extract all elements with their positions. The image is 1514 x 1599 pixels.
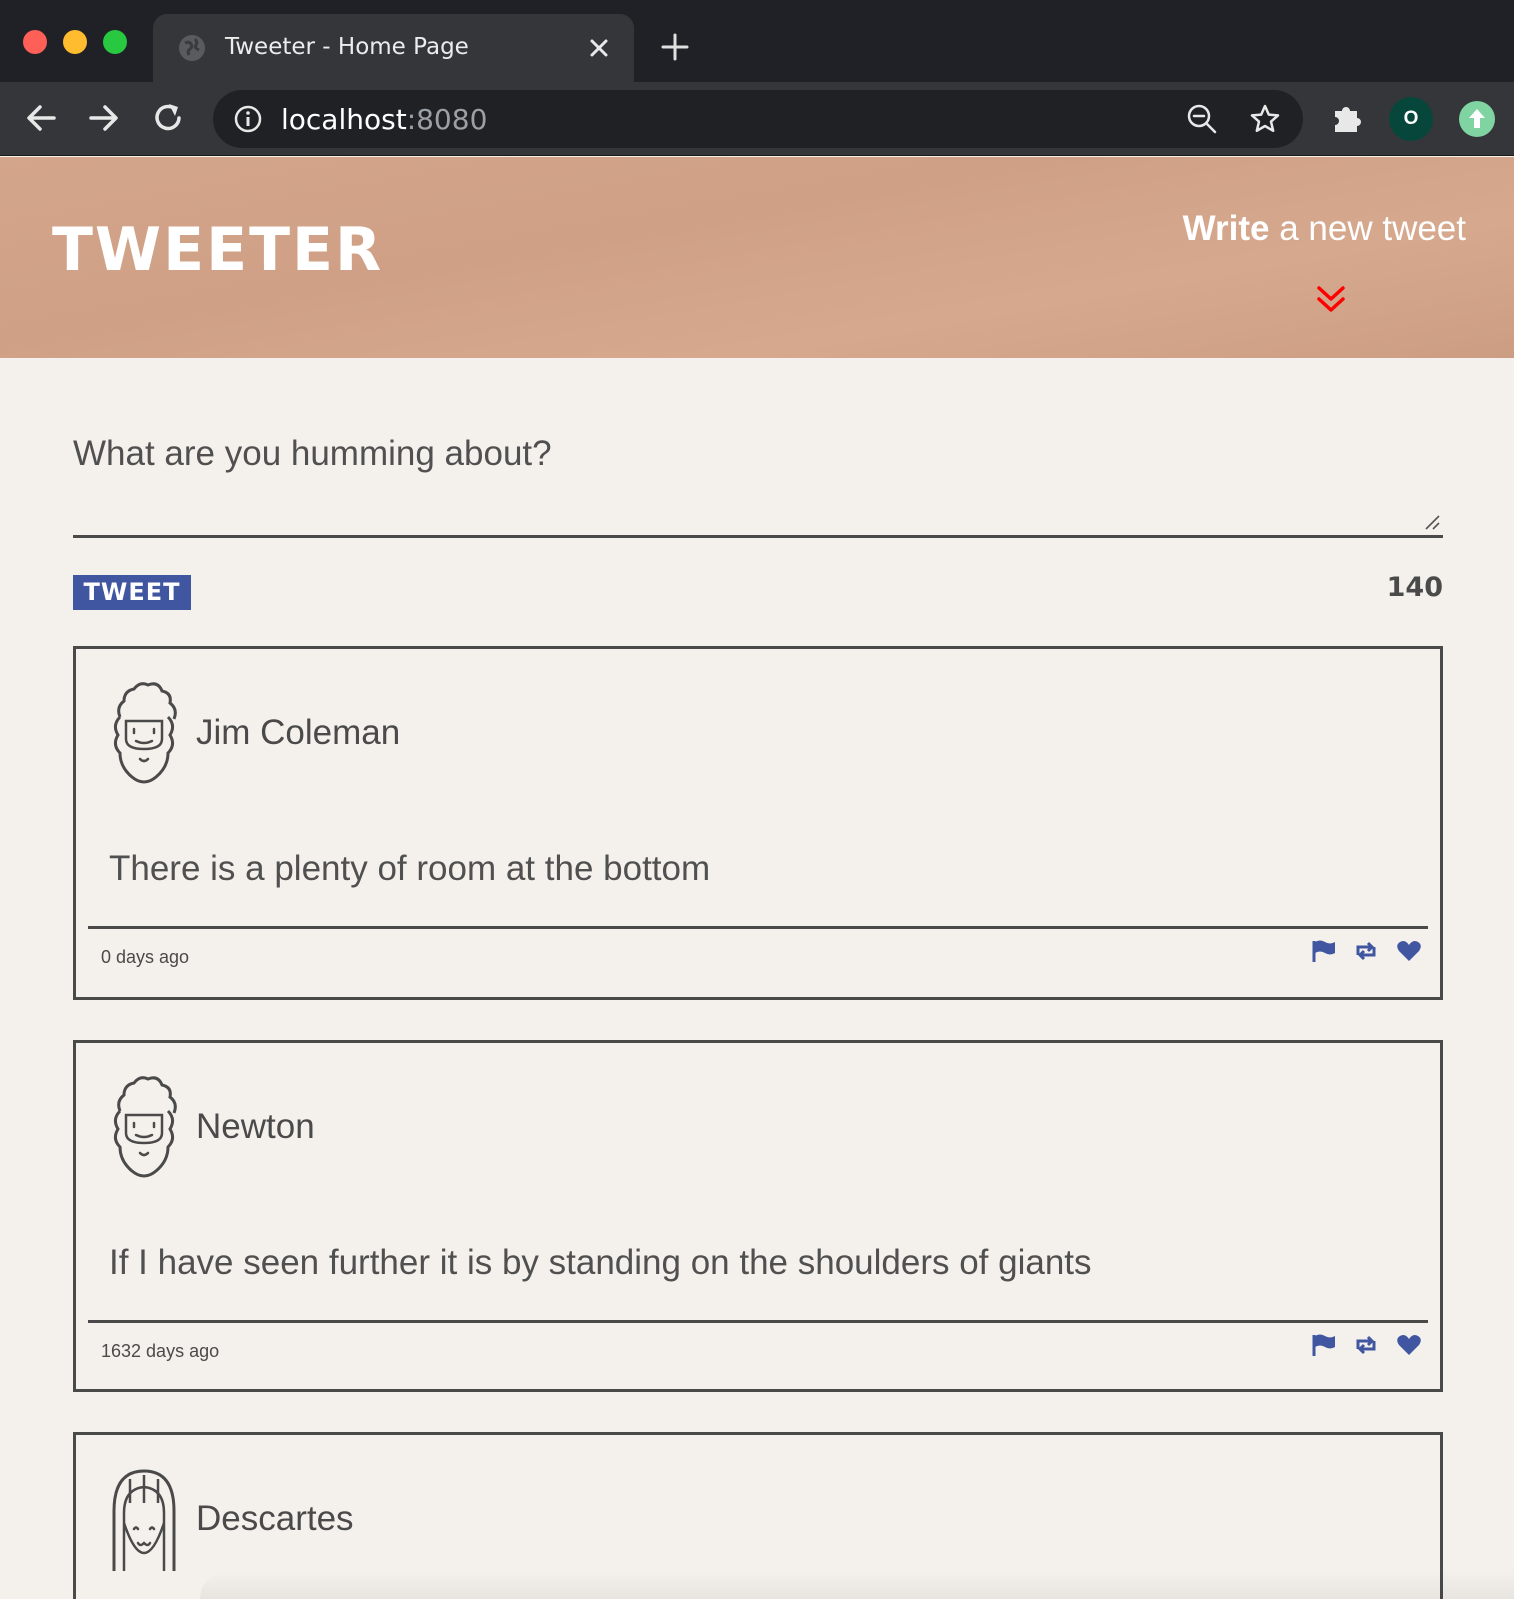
maximize-window-button[interactable] [103, 30, 127, 54]
curly-hair-avatar-icon [113, 682, 177, 784]
close-window-button[interactable] [23, 30, 47, 54]
tweet-card: Newton If I have seen further it is by s… [73, 1040, 1443, 1392]
tweet-author: Descartes [196, 1499, 354, 1538]
site-logo[interactable]: TWEETER [52, 215, 383, 285]
site-header: TWEETER Write a new tweet [0, 157, 1514, 358]
write-tweet-toggle[interactable]: Write a new tweet [1183, 209, 1466, 249]
tweet-text: There is a plenty of room at the bottom [109, 849, 711, 888]
profile-avatar[interactable]: O [1389, 97, 1433, 141]
tweet-author: Newton [196, 1107, 315, 1146]
write-label: Write [1182, 209, 1270, 248]
url-host: localhost [281, 103, 407, 136]
tweet-textarea[interactable] [73, 420, 1443, 535]
update-button[interactable] [1459, 101, 1495, 137]
minimize-window-button[interactable] [63, 30, 87, 54]
long-hair-avatar-icon [112, 1469, 176, 1571]
tweet-author: Jim Coleman [196, 713, 401, 752]
arrow-up-icon [1469, 109, 1485, 128]
browser-tab-bar: Tweeter - Home Page [0, 0, 1514, 82]
flag-icon[interactable] [1310, 939, 1336, 963]
compose-area [73, 420, 1443, 538]
curly-hair-avatar-icon [113, 1076, 177, 1178]
double-chevron-down-icon[interactable] [1314, 282, 1348, 316]
zoom-out-icon[interactable] [1186, 103, 1218, 135]
resize-grip-icon[interactable] [1423, 513, 1441, 531]
reload-icon[interactable] [149, 99, 187, 137]
tweet-text: If I have seen further it is by standing… [109, 1243, 1092, 1282]
new-tweet-label: a new tweet [1269, 209, 1466, 248]
retweet-icon[interactable] [1353, 939, 1379, 963]
back-arrow-icon[interactable] [22, 99, 60, 137]
browser-toolbar: localhost:8080 O [0, 82, 1514, 156]
scroll-shadow [200, 1570, 1514, 1599]
info-icon[interactable] [233, 104, 263, 134]
tweet-footer: 1632 days ago [88, 1320, 1428, 1380]
url-text: localhost:8080 [281, 103, 487, 136]
globe-icon [179, 35, 205, 61]
tweet-timestamp: 0 days ago [101, 947, 190, 967]
tweet-submit-button[interactable]: TWEET [73, 575, 191, 610]
tweet-footer: 0 days ago [88, 926, 1428, 986]
heart-icon[interactable] [1396, 1333, 1422, 1357]
close-icon[interactable] [584, 33, 614, 63]
flag-icon[interactable] [1310, 1333, 1336, 1357]
tweet-card: Jim Coleman There is a plenty of room at… [73, 646, 1443, 1000]
extensions-puzzle-icon[interactable] [1328, 99, 1366, 137]
tweet-timestamp: 1632 days ago [101, 1341, 220, 1361]
tab-title: Tweeter - Home Page [225, 34, 469, 60]
url-port: :8080 [406, 103, 488, 136]
browser-tab[interactable]: Tweeter - Home Page [153, 14, 634, 82]
address-bar[interactable]: localhost:8080 [213, 90, 1303, 148]
plus-icon[interactable] [660, 32, 690, 62]
heart-icon[interactable] [1396, 939, 1422, 963]
forward-arrow-icon[interactable] [85, 99, 123, 137]
character-counter: 140 [1386, 572, 1443, 603]
bookmark-star-icon[interactable] [1249, 103, 1281, 135]
retweet-icon[interactable] [1353, 1333, 1379, 1357]
